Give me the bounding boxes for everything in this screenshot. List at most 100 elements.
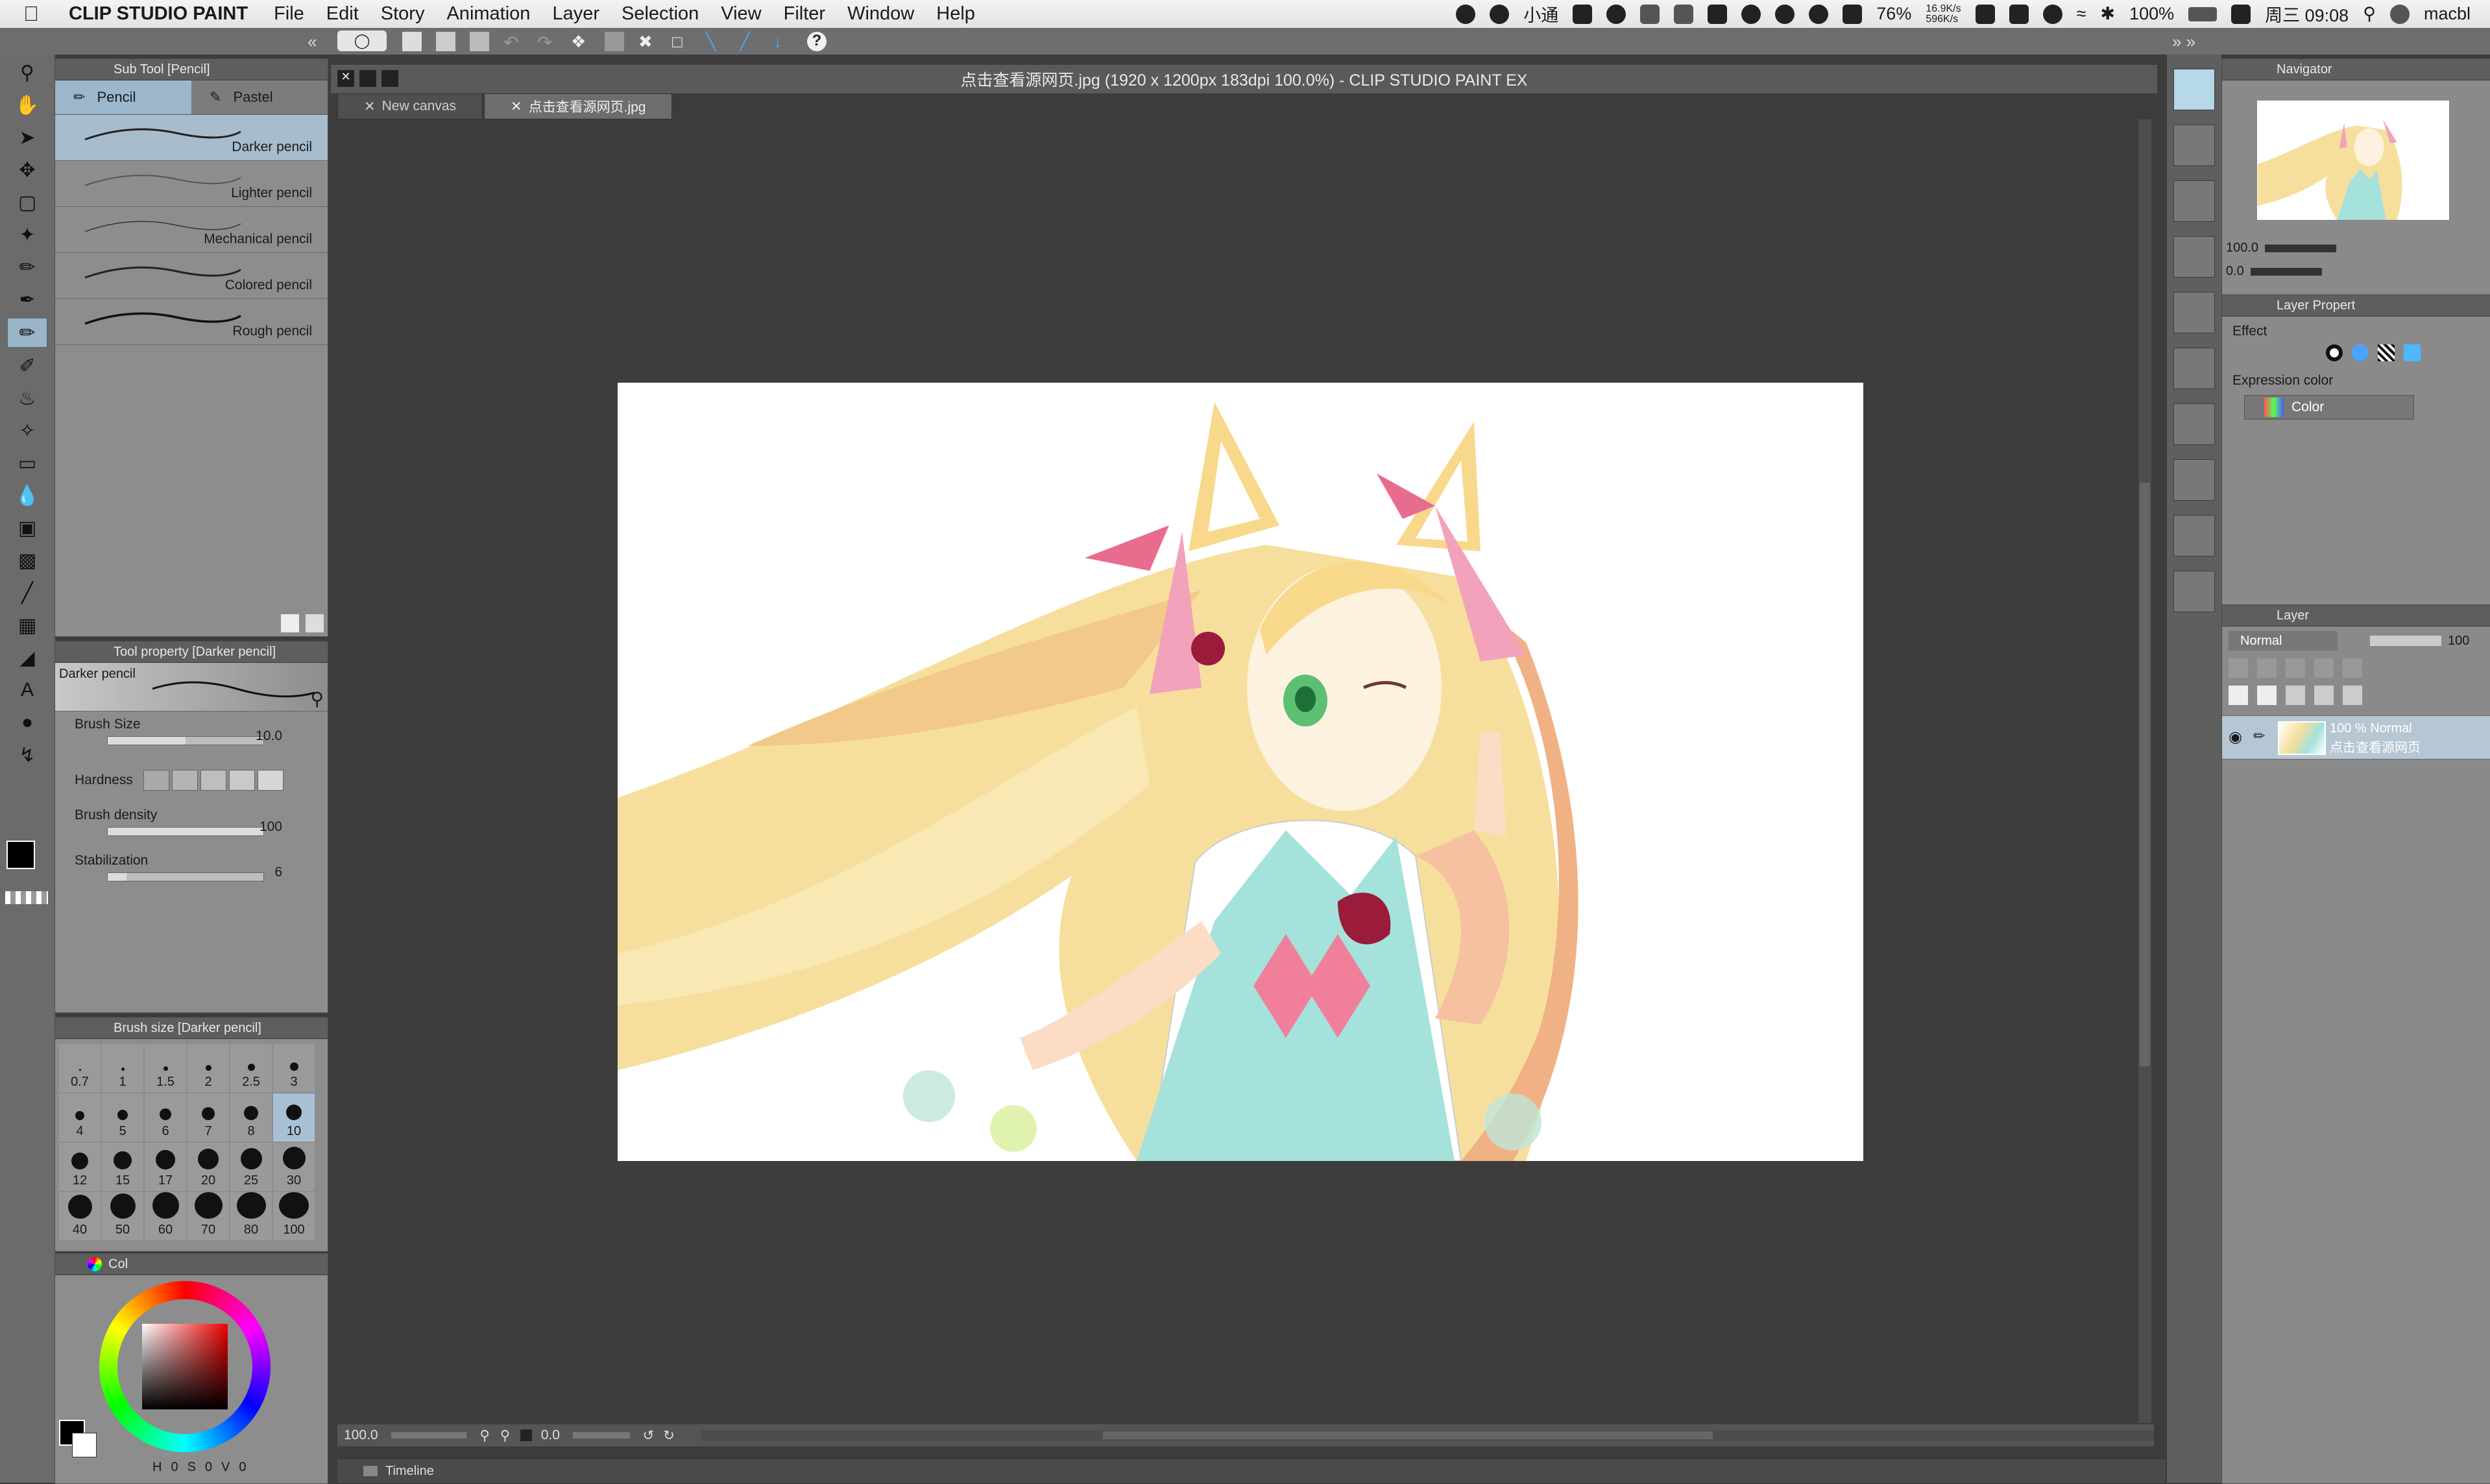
zoom-out-icon[interactable]: ⚲ [479,1428,489,1444]
layer-row[interactable]: ◉ ✏ 100 % Normal 点击查看源网页 [2222,715,2490,760]
tab-new-canvas[interactable]: ✕ New canvas [337,93,483,119]
menu-selection[interactable]: Selection [622,3,699,25]
apple-icon[interactable]:  [23,2,49,26]
eyedropper-icon[interactable]: ✏ [8,253,47,281]
pattern-icon[interactable] [2173,236,2215,278]
ruler-icon[interactable]: ╲ [706,32,725,51]
frame-icon[interactable]: ▦ [8,611,47,640]
brush-size-cell[interactable]: 80 [230,1192,272,1240]
expression-color-select[interactable]: Color [2244,395,2414,420]
navigator-zoom-value[interactable]: 100.0 [2226,241,2258,256]
brush-rough-pencil[interactable]: Rough pencil [55,299,328,345]
close-window-icon[interactable]: ✕ [337,70,354,87]
camera-icon[interactable] [1975,4,1995,24]
fill-tool-icon[interactable]: ▣ [8,514,47,542]
user-avatar[interactable] [2389,4,2410,24]
ruler-tool-icon[interactable]: ◢ [8,643,47,672]
rotation-slider[interactable] [572,1432,630,1439]
hardness-step[interactable] [172,770,198,791]
collapse-right-icon[interactable]: » » [2172,32,2195,52]
brush-size-cell[interactable]: 4 [59,1094,101,1142]
canvas-artwork[interactable] [618,383,1863,1161]
menu-window[interactable]: Window [847,3,914,25]
hardness-step[interactable] [258,770,284,791]
pattern-effect-icon[interactable] [2378,344,2395,361]
text-tool-icon[interactable]: A [8,676,47,704]
clip-studio-icon[interactable]: ◯ [337,30,387,51]
saturation-value-square[interactable] [142,1324,228,1409]
brush-density-row[interactable]: Brush density 100 [55,802,328,848]
tool-panel-icon[interactable] [2173,125,2215,166]
brush-mechanical-pencil[interactable]: Mechanical pencil [55,207,328,253]
hardness-row[interactable]: Hardness [55,757,328,802]
visibility-eye-icon[interactable]: ◉ [2229,728,2242,747]
qq-icon[interactable] [1775,4,1795,24]
stabilization-slider[interactable] [107,872,264,881]
brush-darker-pencil[interactable]: Darker pencil [55,115,328,161]
navigator-zoom-slider[interactable] [2265,244,2337,252]
brush-size-cell[interactable]: 17 [145,1143,186,1191]
menu-layer[interactable]: Layer [552,3,599,25]
pen-tool-icon[interactable]: ✒ [8,285,47,314]
navigator-preview[interactable] [2257,101,2449,220]
tab-pencil[interactable]: ✏ Pencil [55,80,191,114]
creative-cloud-icon[interactable] [1456,4,1476,24]
hand-tool-icon[interactable]: ✋ [8,91,47,119]
figure-panel-icon[interactable] [2173,348,2215,389]
vector-icon[interactable] [1674,4,1694,24]
operation-tool-icon[interactable]: ➤ [8,123,47,152]
user-name[interactable]: macbl [2424,4,2471,24]
menu-view[interactable]: View [721,3,761,25]
navigator-rotation-slider[interactable] [2250,267,2322,276]
layer-mask-icon[interactable] [2343,658,2362,678]
menu-filter[interactable]: Filter [784,3,825,25]
brush-size-cell[interactable]: 10 [273,1094,315,1142]
help-icon[interactable]: ? [807,32,827,51]
fit-icon[interactable] [520,1430,532,1441]
app-name[interactable]: CLIP STUDIO PAINT [69,3,248,25]
new-folder-icon[interactable] [2286,686,2305,705]
brush-size-cell[interactable]: 15 [102,1143,143,1191]
image-panel-icon[interactable] [2173,403,2215,445]
app-icon[interactable] [1640,4,1660,24]
display-icon[interactable] [1573,4,1593,24]
material-icon[interactable] [2173,69,2215,110]
tab-pastel[interactable]: ✎ Pastel [191,80,328,114]
brush-size-cell[interactable]: 2 [187,1044,229,1092]
brush-colored-pencil[interactable]: Colored pencil [55,253,328,299]
s-icon[interactable] [2231,4,2251,24]
brush-size-cell[interactable]: 6 [145,1094,186,1142]
brush-tool-icon[interactable]: ✐ [8,352,47,380]
pose-icon[interactable] [2173,571,2215,612]
fill-icon[interactable] [605,32,624,51]
border-effect-icon[interactable] [2326,344,2343,361]
gradient-icon[interactable]: ▩ [8,546,47,575]
brush-size-cell[interactable]: 8 [230,1094,272,1142]
brush-size-row[interactable]: Brush Size 10.0 [55,712,328,757]
new-icon[interactable] [402,32,422,51]
open-icon[interactable] [436,32,455,51]
new-raster-layer-icon[interactable] [2229,686,2248,705]
brush-size-cell[interactable]: 70 [187,1192,229,1240]
airbrush-icon[interactable]: ♨ [8,384,47,413]
vertical-scrollbar[interactable] [2138,119,2151,1423]
horizontal-scroll-thumb[interactable] [1102,1431,1713,1439]
brush-size-cell[interactable]: 40 [59,1192,101,1240]
collapse-left-icon[interactable]: « [308,32,317,52]
qq-icon-2[interactable] [1809,4,1829,24]
brush-size-cell[interactable]: 50 [102,1192,143,1240]
vertical-scroll-thumb[interactable] [2140,483,2150,1066]
horizontal-scrollbar[interactable] [700,1430,2154,1441]
close-tab-icon[interactable]: ✕ [511,99,522,115]
menu-help[interactable]: Help [936,3,975,25]
rotate-left-icon[interactable]: ↺ [643,1428,655,1444]
brush-size-cell[interactable]: 60 [145,1192,186,1240]
move-layer-icon[interactable]: ✥ [8,156,47,184]
color-wheel-tab-icon[interactable] [88,1257,102,1271]
timeline-label[interactable]: Timeline [385,1464,434,1479]
hardness-step[interactable] [143,770,169,791]
hardness-step[interactable] [229,770,255,791]
tab-image[interactable]: ✕ 点击查看源网页.jpg [484,93,673,119]
menu-file[interactable]: File [274,3,304,25]
brush-lighter-pencil[interactable]: Lighter pencil [55,161,328,207]
